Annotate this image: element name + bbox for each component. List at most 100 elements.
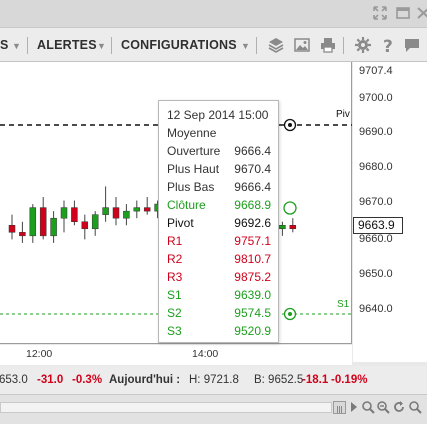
tooltip-row: S3 9520.9 xyxy=(167,324,271,342)
candle-body[interactable] xyxy=(8,225,16,233)
y-tick-label: 9670.0 xyxy=(359,196,393,208)
tooltip-value: 9810.7 xyxy=(234,252,271,266)
toolbar-divider xyxy=(256,37,257,54)
s1-marker[interactable] xyxy=(283,307,297,321)
candle-body[interactable] xyxy=(50,217,57,237)
today-high: H: 9721.8 xyxy=(189,374,239,386)
candle-body[interactable] xyxy=(143,207,151,212)
gear-icon[interactable] xyxy=(354,36,372,54)
chart-navigation-bar xyxy=(0,394,427,424)
candle-body[interactable] xyxy=(71,207,78,222)
tooltip-row: Pivot 9692.6 xyxy=(167,216,271,234)
quote-status-line: 653.0 -31.0 -0.3% Aujourd'hui : H: 9721.… xyxy=(0,366,427,394)
tooltip-value: 9639.0 xyxy=(234,288,271,302)
tooltip-value: 9520.9 xyxy=(234,324,271,338)
tooltip-label: R1 xyxy=(167,234,183,248)
tooltip-label: Plus Haut xyxy=(167,162,220,176)
menu-item-cut[interactable]: S xyxy=(0,38,9,52)
toolbar-divider xyxy=(343,37,344,54)
tooltip-label: S3 xyxy=(167,324,182,338)
toolbar-divider xyxy=(111,37,112,54)
candle-body[interactable] xyxy=(279,225,286,230)
tooltip-value: 9875.2 xyxy=(234,270,271,284)
candle-body[interactable] xyxy=(133,207,141,212)
scrollbar-handle[interactable] xyxy=(333,401,346,414)
zoom-fit-icon[interactable] xyxy=(408,400,422,414)
crosshair-marker[interactable] xyxy=(283,201,297,215)
chat-icon[interactable] xyxy=(403,36,421,54)
tooltip-value: 9692.6 xyxy=(234,216,271,230)
menu-configurations[interactable]: CONFIGURATIONS xyxy=(121,38,237,52)
change-value: -31.0 xyxy=(37,374,64,386)
y-tick-label: 9660.0 xyxy=(359,233,393,245)
tooltip-row: R1 9757.1 xyxy=(167,234,271,252)
fullscreen-icon[interactable] xyxy=(372,5,388,21)
tooltip-label: Plus Bas xyxy=(167,180,215,194)
layers-icon[interactable] xyxy=(267,36,285,54)
tooltip-value: 9574.5 xyxy=(234,306,271,320)
tooltip-row: Ouverture 9666.4 xyxy=(167,144,271,162)
chevron-down-icon[interactable]: ▼ xyxy=(97,41,106,51)
x-axis: 12:00 14:00 xyxy=(0,345,352,365)
candle-body[interactable] xyxy=(112,207,120,219)
y-tick-label: 9650.0 xyxy=(359,268,393,280)
y-tick-label: 9700.0 xyxy=(359,92,393,104)
tooltip-date: 12 Sep 2014 15:00 xyxy=(167,108,269,122)
tooltip-label: R3 xyxy=(167,270,183,284)
tooltip-row: R2 9810.7 xyxy=(167,252,271,270)
candle-body[interactable] xyxy=(289,225,297,230)
tooltip-label: S2 xyxy=(167,306,182,320)
image-icon[interactable] xyxy=(293,36,311,54)
tooltip-label: Pivot xyxy=(167,216,194,230)
tooltip-row: S1 9639.0 xyxy=(167,288,271,306)
tooltip-row: R3 9875.2 xyxy=(167,270,271,288)
y-tick-label: 9680.0 xyxy=(359,161,393,173)
tooltip-label: Ouverture xyxy=(167,144,221,158)
print-icon[interactable] xyxy=(319,36,337,54)
candle-body[interactable] xyxy=(19,232,26,237)
pivot-marker[interactable] xyxy=(283,118,297,132)
today-change: -18.1 xyxy=(302,374,329,386)
zoom-in-icon[interactable] xyxy=(361,400,375,414)
tooltip-value: 9666.4 xyxy=(234,144,271,158)
zoom-out-icon[interactable] xyxy=(376,400,390,414)
ohlc-tooltip: 12 Sep 2014 15:00 Moyenne Ouverture 9666.… xyxy=(158,100,279,343)
tooltip-row: Clôture 9668.9 xyxy=(167,198,271,216)
y-tick-label: 9640.0 xyxy=(359,303,393,315)
candle-body[interactable] xyxy=(39,207,47,237)
refresh-icon[interactable] xyxy=(392,400,406,414)
x-tick-label: 12:00 xyxy=(26,348,53,360)
tooltip-row: Plus Haut 9670.4 xyxy=(167,162,271,180)
chevron-down-icon[interactable]: ▼ xyxy=(12,41,21,51)
toolbar-divider xyxy=(27,37,28,54)
candle-body[interactable] xyxy=(91,214,99,230)
candle-body[interactable] xyxy=(29,207,37,237)
chevron-down-icon[interactable]: ▼ xyxy=(241,41,250,51)
scroll-right-icon[interactable] xyxy=(347,400,361,414)
candle-body[interactable] xyxy=(123,210,130,219)
tooltip-value: 9668.9 xyxy=(234,198,271,212)
tooltip-row: S2 9574.5 xyxy=(167,306,271,324)
time-scrollbar[interactable] xyxy=(0,402,332,413)
tooltip-label: R2 xyxy=(167,252,183,266)
prev-close: 653.0 xyxy=(0,374,28,386)
toolbar: S ▼ ALERTES ▼ CONFIGURATIONS ▼ ? xyxy=(0,28,427,62)
today-label: Aujourd'hui : xyxy=(109,374,181,386)
y-tick-label: 9690.0 xyxy=(359,126,393,138)
menu-alerts[interactable]: ALERTES xyxy=(37,38,97,52)
today-low: B: 9652.5 xyxy=(254,374,304,386)
change-pct: -0.3% xyxy=(72,374,103,386)
help-icon[interactable]: ? xyxy=(379,36,397,57)
close-icon[interactable] xyxy=(416,5,427,21)
title-bar xyxy=(0,0,427,28)
x-tick-label: 14:00 xyxy=(192,348,219,360)
tooltip-value: 9666.4 xyxy=(234,180,271,194)
candle-body[interactable] xyxy=(60,207,68,219)
candle-body[interactable] xyxy=(102,207,109,215)
candle-body[interactable] xyxy=(81,221,89,230)
maximize-icon[interactable] xyxy=(395,5,411,21)
today-change-pct: -0.19% xyxy=(331,374,368,386)
tooltip-subtitle: Moyenne xyxy=(167,126,217,140)
trading-chart-window: S ▼ ALERTES ▼ CONFIGURATIONS ▼ ? Piv S1 … xyxy=(0,0,427,424)
tooltip-value: 9670.4 xyxy=(234,162,271,176)
